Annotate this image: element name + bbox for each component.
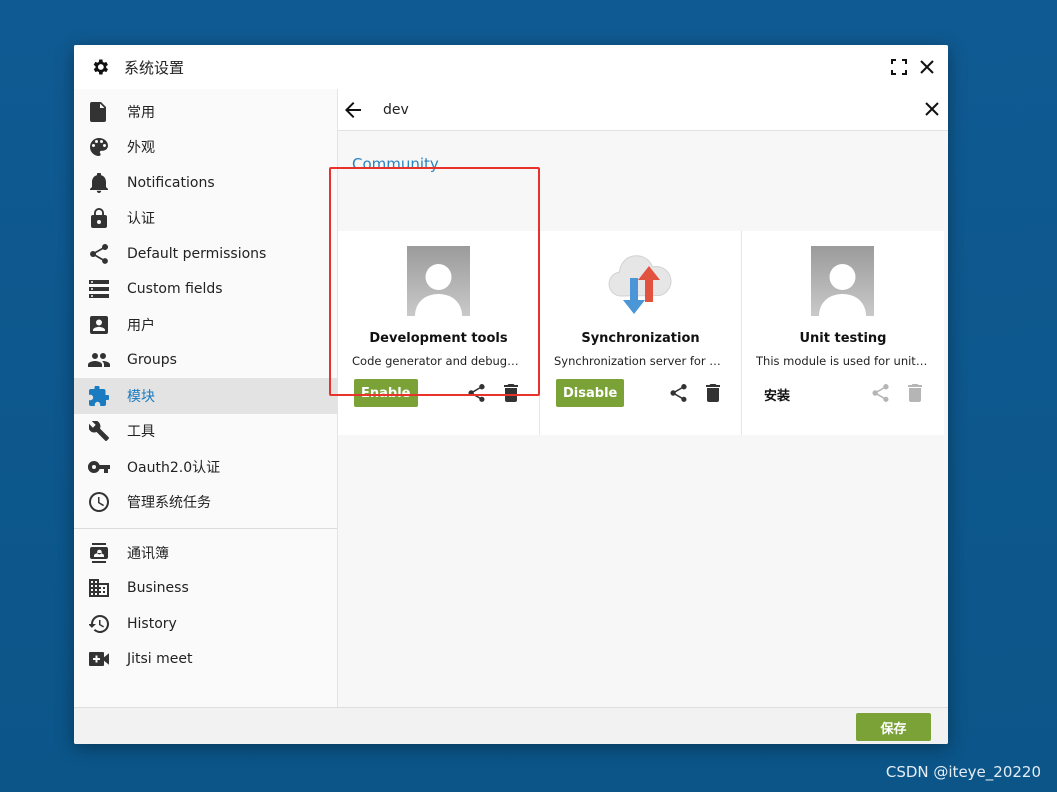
sidebar-item-tools[interactable]: 工具	[74, 414, 337, 450]
desktop: 系统设置 常用 外观 Notifications 认证 Default perm…	[0, 0, 1057, 792]
wrench-icon	[88, 420, 110, 442]
module-name: Development tools	[369, 331, 508, 346]
bell-icon	[88, 172, 110, 194]
palette-icon	[88, 136, 110, 158]
section-title: Community	[352, 155, 439, 173]
sidebar-item-label: 外观	[127, 140, 155, 157]
search-bar	[338, 89, 948, 131]
settings-sidebar: 常用 外观 Notifications 认证 Default permissio…	[74, 89, 338, 708]
sidebar-item-label: 通讯簿	[127, 545, 169, 562]
sidebar-item-custom-fields[interactable]: Custom fields	[74, 272, 337, 308]
title-bar: 系统设置	[74, 45, 948, 89]
modules-panel: Community	[338, 89, 948, 708]
share-icon[interactable]	[668, 383, 688, 403]
sidebar-item-label: History	[127, 615, 177, 632]
module-card-synchronization: Synchronization Synchronization server f…	[540, 231, 742, 435]
sidebar-item-default-permissions[interactable]: Default permissions	[74, 236, 337, 272]
clear-search-icon[interactable]	[922, 99, 942, 119]
search-input[interactable]	[381, 100, 865, 119]
sidebar-item-label: Business	[127, 580, 189, 597]
sidebar-item-auth[interactable]: 认证	[74, 201, 337, 237]
gear-icon	[90, 57, 110, 77]
enable-button[interactable]: Enable	[354, 379, 418, 407]
sidebar-item-label: Custom fields	[127, 281, 223, 298]
contacts-icon	[88, 542, 110, 564]
sidebar-item-history[interactable]: History	[74, 606, 337, 642]
document-icon	[88, 101, 110, 123]
sidebar-item-label: Notifications	[127, 174, 215, 191]
puzzle-icon	[88, 385, 110, 407]
avatar-placeholder-icon	[407, 246, 470, 316]
module-description: This module is used for unit te...	[756, 354, 930, 368]
sidebar-item-label: 用户	[127, 317, 155, 334]
close-icon[interactable]	[917, 57, 937, 77]
settings-window: 系统设置 常用 外观 Notifications 认证 Default perm…	[74, 45, 948, 744]
dialog-footer: 保存	[74, 707, 948, 744]
sidebar-item-users[interactable]: 用户	[74, 307, 337, 343]
module-description: Code generator and debugging...	[352, 354, 525, 368]
trash-icon[interactable]	[501, 383, 521, 403]
trash-icon[interactable]	[703, 383, 723, 403]
group-icon	[88, 349, 110, 371]
sidebar-item-jitsi-meet[interactable]: Jitsi meet	[74, 642, 337, 678]
module-cards: Development tools Code generator and deb…	[338, 231, 948, 435]
fullscreen-icon[interactable]	[889, 57, 909, 77]
share-icon	[88, 243, 110, 265]
clock-icon	[88, 491, 110, 513]
share-icon	[870, 383, 890, 403]
sidebar-item-notifications[interactable]: Notifications	[74, 165, 337, 201]
sidebar-item-label: Oauth2.0认证	[127, 459, 221, 476]
install-link[interactable]: 安装	[764, 385, 790, 404]
sidebar-item-label: Jitsi meet	[127, 651, 193, 668]
sidebar-item-label: 模块	[127, 388, 155, 405]
window-title: 系统设置	[124, 58, 185, 77]
avatar-placeholder-icon	[811, 246, 874, 316]
history-icon	[88, 613, 110, 635]
sidebar-item-groups[interactable]: Groups	[74, 343, 337, 379]
sidebar-item-label: Default permissions	[127, 245, 267, 262]
sidebar-item-oauth[interactable]: Oauth2.0认证	[74, 449, 337, 485]
share-icon[interactable]	[466, 383, 486, 403]
building-icon	[88, 577, 110, 599]
sidebar-item-label: 认证	[127, 211, 155, 228]
sidebar-item-modules[interactable]: 模块	[74, 378, 337, 414]
module-card-unit-testing: Unit testing This module is used for uni…	[742, 231, 944, 435]
sidebar-item-business[interactable]: Business	[74, 571, 337, 607]
sidebar-item-system-tasks[interactable]: 管理系统任务	[74, 485, 337, 521]
module-name: Synchronization	[581, 331, 700, 346]
sidebar-item-contacts[interactable]: 通讯簿	[74, 535, 337, 571]
lock-icon	[88, 207, 110, 229]
sidebar-item-label: 常用	[127, 104, 155, 121]
video-icon	[88, 648, 110, 670]
user-card-icon	[88, 314, 110, 336]
sidebar-divider	[74, 528, 337, 529]
sidebar-item-general[interactable]: 常用	[74, 94, 337, 130]
back-arrow-icon[interactable]	[343, 100, 363, 120]
module-name: Unit testing	[799, 331, 887, 346]
sidebar-item-appearance[interactable]: 外观	[74, 130, 337, 166]
sidebar-item-label: 工具	[127, 424, 155, 441]
sidebar-item-label: 管理系统任务	[127, 495, 211, 512]
save-button[interactable]: 保存	[856, 713, 931, 741]
cloud-sync-icon	[608, 246, 672, 316]
module-card-development-tools: Development tools Code generator and deb…	[338, 231, 540, 435]
sidebar-item-label: Groups	[127, 352, 177, 369]
disable-button[interactable]: Disable	[556, 379, 625, 407]
key-icon	[88, 456, 110, 478]
watermark: CSDN @iteye_20220	[885, 763, 1041, 781]
trash-icon	[905, 383, 925, 403]
module-description: Synchronization server for mo...	[554, 354, 727, 368]
list-icon	[88, 278, 110, 300]
